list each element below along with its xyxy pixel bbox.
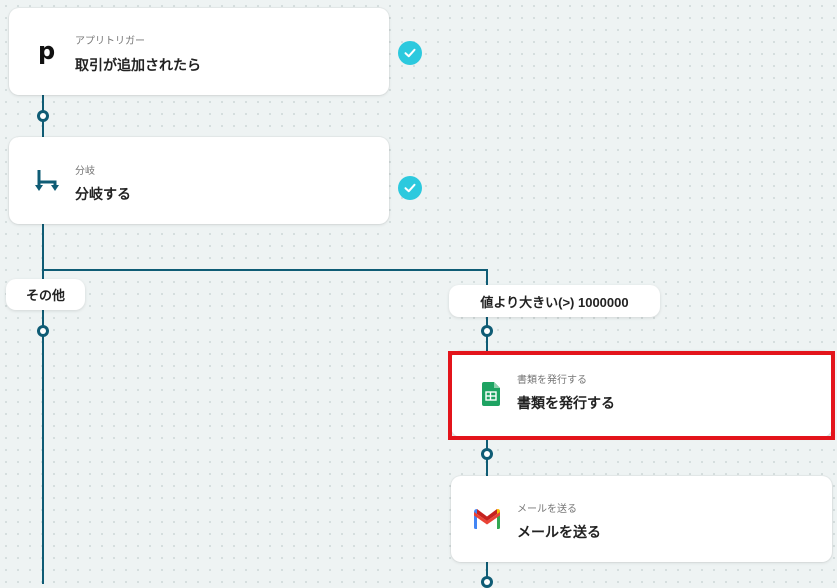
connector-node[interactable] — [37, 110, 49, 122]
branch-connector-line — [42, 269, 488, 271]
connector-node[interactable] — [37, 325, 49, 337]
gmail-icon — [473, 505, 501, 533]
step-title: 取引が追加されたら — [75, 57, 201, 73]
branch-label-other[interactable]: その他 — [6, 279, 85, 310]
branch-icon — [33, 167, 61, 195]
send-mail-step-card[interactable]: メールを送る メールを送る — [451, 476, 832, 562]
highlight-box — [448, 351, 835, 440]
connector-line — [42, 222, 44, 584]
step-title: メールを送る — [517, 524, 601, 540]
step-title: 分岐する — [75, 186, 131, 202]
step-type-label: アプリトリガー — [75, 36, 145, 47]
step-type-label: 分岐 — [75, 166, 95, 177]
trigger-step-card[interactable]: p アプリトリガー 取引が追加されたら — [9, 8, 389, 95]
step-type-label: メールを送る — [517, 504, 577, 515]
branch-label-condition[interactable]: 値より大きい(>) 1000000 — [449, 285, 660, 317]
connector-node[interactable] — [481, 448, 493, 460]
branch-step-card[interactable]: 分岐 分岐する — [9, 137, 389, 224]
connector-node[interactable] — [481, 325, 493, 337]
p-logo-icon: p — [33, 38, 61, 66]
svg-text:p: p — [38, 39, 55, 65]
check-icon — [398, 41, 422, 65]
connector-node[interactable] — [481, 576, 493, 588]
check-icon — [398, 176, 422, 200]
